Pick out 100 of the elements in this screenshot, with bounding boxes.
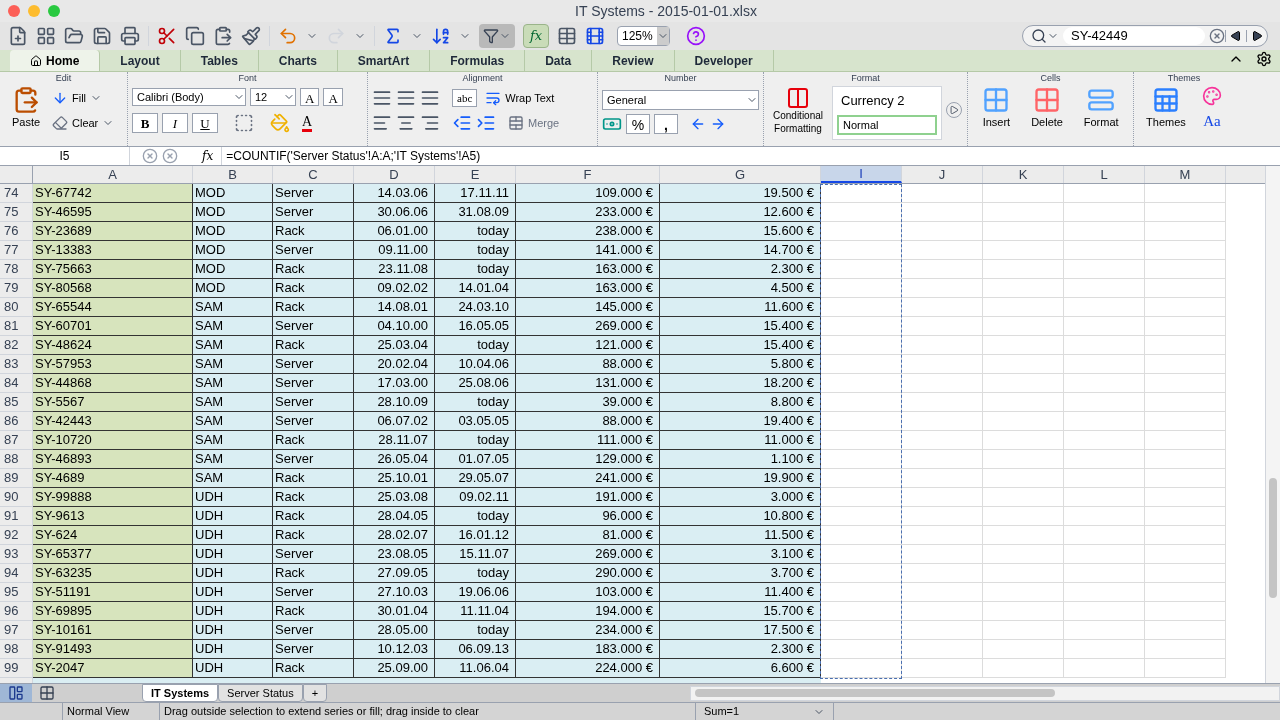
grow-font-button[interactable]: A: [300, 88, 320, 106]
zoom-field[interactable]: 125%: [617, 26, 670, 46]
paste-button[interactable]: Paste: [4, 86, 48, 131]
row-header[interactable]: 83: [0, 355, 33, 374]
row-header[interactable]: 85: [0, 393, 33, 412]
row-header[interactable]: 79: [0, 279, 33, 298]
filter-button[interactable]: [479, 24, 515, 48]
row-header[interactable]: 90: [0, 488, 33, 507]
style-option[interactable]: Normal: [837, 115, 937, 135]
normal-view-button[interactable]: [0, 683, 32, 703]
row-header[interactable]: 80: [0, 298, 33, 317]
borders-icon[interactable]: [234, 113, 254, 133]
font-color-button[interactable]: A: [302, 114, 313, 132]
formula-field[interactable]: =COUNTIF('Server Status'!A:A;'IT Systems'!A5): [221, 147, 1280, 165]
fill-button[interactable]: Fill: [52, 90, 115, 107]
sum-dropdown[interactable]: Sum=1: [696, 703, 834, 720]
brush-icon[interactable]: [241, 26, 261, 46]
format-button[interactable]: Format: [1083, 86, 1119, 131]
print-icon[interactable]: [120, 26, 140, 46]
clear-button[interactable]: Clear: [52, 114, 115, 131]
increase-indent-icon[interactable]: [476, 113, 496, 133]
column-header[interactable]: K: [983, 166, 1064, 183]
sheet-tab[interactable]: Server Status: [218, 684, 303, 702]
sheet-tab[interactable]: IT Systems: [142, 684, 219, 702]
orientation-button[interactable]: abc: [452, 89, 478, 107]
align-right-icon[interactable]: [420, 113, 440, 133]
number-format-field[interactable]: General: [602, 90, 759, 110]
ribbon-tab[interactable]: Review: [592, 50, 675, 71]
conditional-formatting-button[interactable]: Conditional Formatting: [768, 86, 828, 135]
column-header[interactable]: E: [435, 166, 516, 183]
themes-button[interactable]: Themes: [1146, 86, 1186, 131]
row-header[interactable]: 99: [0, 659, 33, 678]
column-header[interactable]: A: [33, 166, 193, 183]
underline-button[interactable]: U: [192, 113, 218, 133]
settings-icon[interactable]: [1256, 51, 1272, 67]
theme-colors-icon[interactable]: [1201, 86, 1222, 106]
ribbon-tab[interactable]: Tables: [180, 50, 259, 71]
row-header[interactable]: 76: [0, 222, 33, 241]
undo-icon[interactable]: [278, 26, 298, 46]
row-header[interactable]: 81: [0, 317, 33, 336]
style-option[interactable]: Currency 2: [837, 91, 937, 111]
table-icon[interactable]: [557, 26, 577, 46]
delete-button[interactable]: Delete: [1031, 86, 1063, 131]
row-header[interactable]: 96: [0, 602, 33, 621]
help-icon[interactable]: [685, 26, 706, 46]
column-header[interactable]: F: [516, 166, 660, 183]
row-header[interactable]: 82: [0, 336, 33, 355]
decrease-indent-icon[interactable]: [452, 113, 472, 133]
column-header[interactable]: L: [1064, 166, 1145, 183]
column-header[interactable]: I: [821, 166, 902, 183]
add-sheet-button[interactable]: +: [302, 684, 328, 702]
column-header[interactable]: C: [273, 166, 354, 183]
row-header[interactable]: 74: [0, 184, 33, 203]
copy-icon[interactable]: [185, 26, 205, 46]
row-header[interactable]: 86: [0, 412, 33, 431]
save-icon[interactable]: [92, 26, 112, 46]
ribbon-tab[interactable]: Formulas: [430, 50, 526, 71]
align-bottom-icon[interactable]: [420, 88, 440, 108]
wrap-text-button[interactable]: Wrap Text: [485, 89, 555, 107]
row-header[interactable]: 94: [0, 564, 33, 583]
new-document-icon[interactable]: [8, 26, 28, 46]
theme-fonts-button[interactable]: Aa: [1203, 110, 1221, 133]
ribbon-tab[interactable]: Developer: [674, 50, 774, 71]
vertical-scrollbar[interactable]: [1265, 166, 1280, 683]
align-left-icon[interactable]: [372, 113, 392, 133]
ribbon-tab[interactable]: Layout: [100, 50, 181, 71]
column-header[interactable]: M: [1145, 166, 1226, 183]
row-header[interactable]: 84: [0, 374, 33, 393]
column-header[interactable]: D: [354, 166, 435, 183]
scissors-icon[interactable]: [157, 26, 177, 46]
name-box[interactable]: I5: [0, 147, 130, 165]
column-header[interactable]: J: [902, 166, 983, 183]
media-icon[interactable]: [585, 26, 605, 46]
shrink-font-button[interactable]: A: [323, 88, 343, 106]
row-header[interactable]: 91: [0, 507, 33, 526]
row-header[interactable]: 87: [0, 431, 33, 450]
folder-icon[interactable]: [64, 26, 84, 46]
merge-button[interactable]: Merge: [508, 114, 560, 132]
paste-icon[interactable]: [213, 26, 233, 46]
italic-button[interactable]: I: [162, 113, 188, 133]
align-center-icon[interactable]: [396, 113, 416, 133]
cancel-icon[interactable]: [142, 148, 158, 164]
percent-button[interactable]: %: [626, 114, 650, 134]
formula-builder-button[interactable]: fx: [523, 24, 549, 48]
align-top-icon[interactable]: [372, 88, 392, 108]
row-header[interactable]: 89: [0, 469, 33, 488]
ribbon-tab[interactable]: SmartArt: [337, 50, 431, 71]
row-header[interactable]: 95: [0, 583, 33, 602]
row-header[interactable]: 92: [0, 526, 33, 545]
horizontal-scrollbar[interactable]: [690, 685, 1280, 701]
fill-color-icon[interactable]: [270, 113, 290, 133]
font-family-field[interactable]: Calibri (Body): [132, 88, 246, 106]
insert-function-button[interactable]: fx: [202, 147, 214, 165]
gallery-icon[interactable]: [36, 26, 56, 46]
column-header[interactable]: B: [193, 166, 273, 183]
row-header[interactable]: 97: [0, 621, 33, 640]
ribbon-tab[interactable]: Data: [525, 50, 593, 71]
font-size-field[interactable]: 12: [250, 88, 296, 106]
row-header[interactable]: 98: [0, 640, 33, 659]
row-header[interactable]: 77: [0, 241, 33, 260]
